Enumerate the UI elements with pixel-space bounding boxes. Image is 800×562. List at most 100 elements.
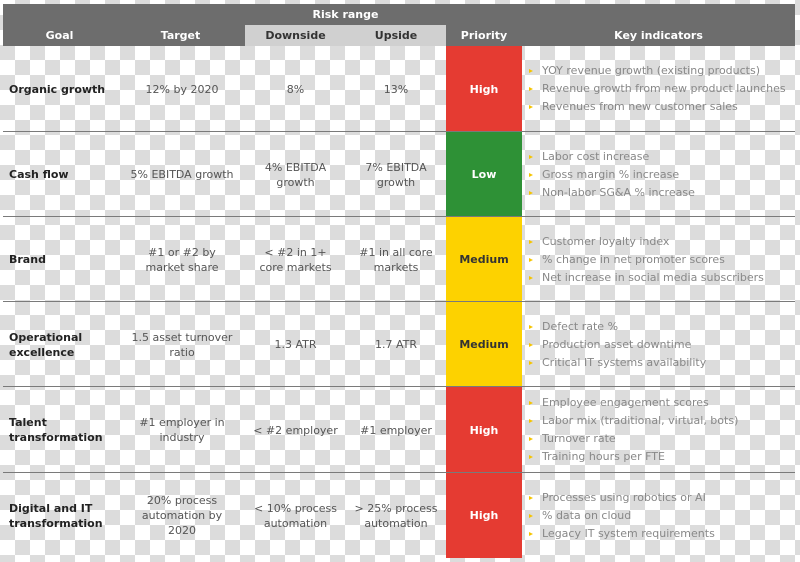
indicator-text: Critical IT systems availability — [542, 355, 707, 369]
indicator-item: Employee engagement scores — [524, 394, 738, 412]
upside-cell: 13% — [383, 82, 409, 96]
indicator-text: Net increase in social media subscribers — [542, 270, 764, 284]
bullet-icon — [529, 531, 533, 536]
column-header-key-indicators: Key indicators — [614, 29, 703, 42]
column-header-priority: Priority — [460, 29, 508, 42]
indicator-text: Defect rate % — [542, 319, 619, 333]
indicator-item: Revenues from new customer sales — [524, 98, 786, 116]
priority-badge: Low — [446, 132, 522, 217]
upside-cell: #1 in all core markets — [359, 245, 433, 274]
bullet-icon — [529, 324, 533, 329]
indicator-item: Revenue growth from new product launches — [524, 80, 786, 98]
downside-cell: 8% — [286, 82, 305, 96]
indicator-item: YOY revenue growth (existing products) — [524, 62, 786, 80]
target-cell: 5% EBITDA growth — [130, 168, 234, 181]
indicator-item: Legacy IT system requirements — [524, 525, 715, 543]
indicator-list: Employee engagement scores Labor mix (tra… — [524, 394, 738, 466]
table-row: Talent transformation #1 employer in ind… — [3, 387, 795, 473]
indicator-item: Non-labor SG&A % increase — [524, 184, 695, 202]
priority-badge: High — [446, 473, 522, 558]
indicator-text: Production asset downtime — [542, 337, 692, 351]
indicator-text: Turnover rate — [542, 432, 616, 445]
indicator-item: Gross margin % increase — [524, 166, 695, 184]
indicator-item: Defect rate % — [524, 318, 706, 336]
indicator-text: Revenues from new customer sales — [542, 100, 738, 113]
indicator-text: Revenue growth from new product launches — [542, 82, 786, 95]
table-row: Cash flow 5% EBITDA growth 4% EBITDA gro… — [3, 132, 795, 217]
indicator-text: Employee engagement scores — [542, 396, 709, 409]
indicator-text: Labor mix (traditional, virtual, bots) — [542, 414, 739, 427]
goal-cell: Digital and IT transformation — [9, 501, 103, 530]
target-cell: 12% by 2020 — [145, 82, 219, 96]
goal-cell: Operational excellence — [9, 330, 83, 359]
bullet-icon — [529, 172, 533, 177]
downside-cell: 4% EBITDA growth — [264, 160, 327, 189]
bullet-icon — [529, 513, 533, 518]
key-indicators-cell: Employee engagement scores Labor mix (tra… — [524, 387, 794, 473]
bullet-icon — [529, 360, 533, 365]
table-row: Brand #1 or #2 by market share < #2 in 1… — [3, 217, 795, 302]
upside-cell: 7% EBITDA growth — [365, 160, 427, 189]
indicator-item: Labor cost increase — [524, 148, 695, 166]
indicator-item: Training hours per FTE — [524, 448, 738, 466]
bullet-icon — [529, 455, 533, 459]
target-cell: 20% process automation by 2020 — [141, 494, 223, 537]
bullet-icon — [529, 105, 533, 109]
key-indicators-cell: Defect rate % Production asset downtime Cr… — [524, 302, 794, 387]
bullet-icon — [529, 495, 533, 500]
indicator-text: Processes using robotics or AI — [542, 490, 706, 504]
indicator-text: Gross margin % increase — [542, 167, 680, 181]
column-header-target: Target — [160, 29, 201, 42]
indicator-item: Turnover rate — [524, 430, 738, 448]
indicator-text: Non-labor SG&A % increase — [542, 185, 695, 199]
indicator-item: % change in net promoter scores — [524, 251, 764, 269]
indicator-text: % data on cloud — [542, 508, 632, 522]
indicator-text: Training hours per FTE — [542, 450, 665, 463]
indicator-item: Critical IT systems availability — [524, 354, 706, 372]
indicator-text: Labor cost increase — [542, 149, 650, 163]
indicator-list: Processes using robotics or AI % data on … — [524, 489, 715, 543]
indicator-item: Customer loyalty index — [524, 233, 764, 251]
indicator-list: Labor cost increase Gross margin % increa… — [524, 148, 695, 202]
goal-cell: Talent transformation — [9, 416, 103, 444]
indicator-item: % data on cloud — [524, 507, 715, 525]
priority-badge: High — [446, 46, 522, 132]
indicator-item: Labor mix (traditional, virtual, bots) — [524, 412, 738, 430]
indicator-text: YOY revenue growth (existing products) — [542, 64, 761, 77]
bullet-icon — [529, 239, 533, 244]
risk-range-label: Risk range — [312, 8, 379, 21]
bullet-icon — [529, 154, 533, 159]
bullet-icon — [529, 419, 533, 423]
priority-badge: High — [446, 387, 522, 473]
key-indicators-cell: YOY revenue growth (existing products) Re… — [524, 46, 794, 132]
bullet-icon — [529, 342, 533, 347]
bullet-icon — [529, 437, 533, 441]
table-row: Organic growth 12% by 2020 8% 13% High Y… — [3, 46, 795, 132]
downside-cell: < #2 in 1+ core markets — [259, 245, 332, 274]
downside-cell: < #2 employer — [253, 423, 338, 437]
downside-cell: 1.3 ATR — [274, 338, 317, 351]
indicator-item: Processes using robotics or AI — [524, 489, 715, 507]
goal-cell: Brand — [9, 253, 46, 266]
indicator-item: Production asset downtime — [524, 336, 706, 354]
target-cell: #1 or #2 by market share — [145, 245, 219, 274]
upside-cell: 1.7 ATR — [374, 338, 418, 351]
indicator-list: Defect rate % Production asset downtime Cr… — [524, 318, 706, 372]
priority-badge: Medium — [446, 217, 522, 302]
column-header-downside: Downside — [265, 29, 326, 42]
goal-cell: Organic growth — [9, 82, 106, 96]
column-header-goal: Goal — [45, 29, 74, 42]
bullet-icon — [529, 275, 533, 280]
indicator-item: Net increase in social media subscribers — [524, 269, 764, 287]
indicator-text: % change in net promoter scores — [542, 252, 725, 266]
indicator-text: Customer loyalty index — [542, 234, 670, 248]
target-cell: #1 employer in industry — [139, 416, 225, 444]
bullet-icon — [529, 190, 533, 195]
upside-cell: > 25% process automation — [354, 501, 438, 530]
column-header-upside: Upside — [374, 29, 418, 42]
bullet-icon — [529, 401, 533, 405]
indicator-list: YOY revenue growth (existing products) Re… — [524, 62, 786, 116]
table-row: Digital and IT transformation 20% proces… — [3, 473, 795, 558]
target-cell: 1.5 asset turnover ratio — [131, 330, 233, 359]
key-indicators-cell: Processes using robotics or AI % data on … — [524, 473, 794, 558]
